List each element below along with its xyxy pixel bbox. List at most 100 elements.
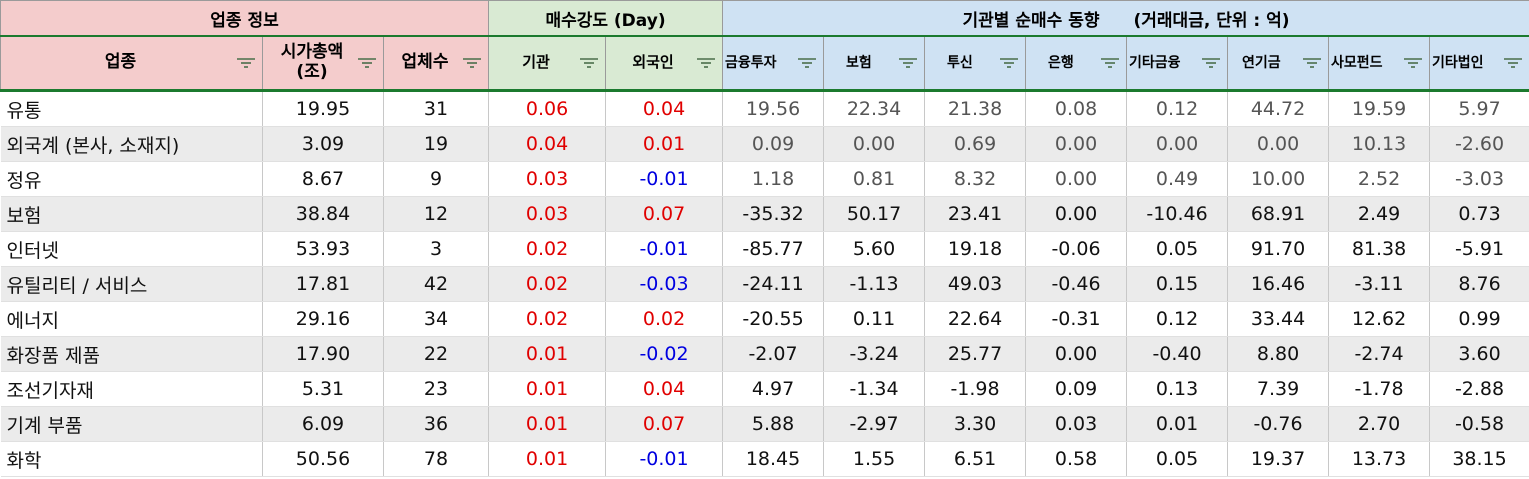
cell-insurance: 0.11: [823, 301, 926, 337]
cell-fin-invest: -85.77: [722, 231, 825, 267]
table-row[interactable]: 유통 19.95 31 0.06 0.04 19.56 22.34 21.38 0.08 0.12…: [0, 90, 1529, 127]
cell-pension: 8.80: [1227, 336, 1330, 372]
cell-other-corp: 0.99: [1429, 301, 1529, 337]
col-header-sector: 업종: [0, 35, 263, 92]
cell-trust: 21.38: [924, 90, 1027, 127]
filter-icon[interactable]: [1201, 56, 1221, 70]
table-row[interactable]: 화학 50.56 78 0.01 -0.01 18.45 1.55 6.51 0.58 0.05 1…: [0, 441, 1529, 477]
cell-other-corp: -5.91: [1429, 231, 1529, 267]
cell-institution: 0.02: [488, 266, 607, 302]
cell-pension: 33.44: [1227, 301, 1330, 337]
group-buy-strength: 매수강도 (Day): [488, 0, 724, 37]
cell-insurance: 1.55: [823, 441, 926, 477]
cell-private-fund: 12.62: [1328, 301, 1431, 337]
col-label-sector: 업종: [104, 52, 137, 73]
cell-foreign: -0.02: [605, 336, 724, 372]
cell-sector: 화학: [0, 441, 263, 477]
cell-companies: 42: [383, 266, 490, 302]
cell-insurance: 22.34: [823, 90, 926, 127]
table-row[interactable]: 조선기자재 5.31 23 0.01 0.04 4.97 -1.34 -1.98 0.09 0.1…: [0, 371, 1529, 407]
filter-icon[interactable]: [579, 56, 599, 70]
cell-bank: 0.09: [1025, 371, 1128, 407]
cell-pension: 19.37: [1227, 441, 1330, 477]
cell-fin-invest: 0.09: [722, 126, 825, 162]
cell-insurance: 0.00: [823, 126, 926, 162]
table-row[interactable]: 기계 부품 6.09 36 0.01 0.07 5.88 -2.97 3.30 0.03 0.01…: [0, 406, 1529, 442]
cell-foreign: 0.07: [605, 406, 724, 442]
col-header-fin-invest: 금융투자: [722, 35, 825, 92]
filter-icon[interactable]: [462, 56, 482, 70]
filter-icon[interactable]: [898, 56, 918, 70]
filter-icon[interactable]: [1302, 56, 1322, 70]
filter-icon[interactable]: [797, 56, 817, 70]
col-header-other-fin: 기타금융: [1126, 35, 1229, 92]
cell-other-corp: 38.15: [1429, 441, 1529, 477]
cell-bank: -0.31: [1025, 301, 1128, 337]
cell-other-corp: 8.76: [1429, 266, 1529, 302]
cell-bank: 0.00: [1025, 196, 1128, 232]
cell-private-fund: 10.13: [1328, 126, 1431, 162]
table-row[interactable]: 유틸리티 / 서비스 17.81 42 0.02 -0.03 -24.11 -1.13 49.…: [0, 266, 1529, 302]
table-row[interactable]: 보험 38.84 12 0.03 0.07 -35.32 50.17 23.41 0.00 -10…: [0, 196, 1529, 232]
table-row[interactable]: 외국계 (본사, 소재지) 3.09 19 0.04 0.01 0.09 0.00 0.69 0…: [0, 126, 1529, 162]
cell-other-fin: 0.12: [1126, 301, 1229, 337]
cell-insurance: 50.17: [823, 196, 926, 232]
cell-foreign: 0.02: [605, 301, 724, 337]
cell-foreign: -0.01: [605, 441, 724, 477]
cell-fin-invest: -20.55: [722, 301, 825, 337]
cell-insurance: -1.34: [823, 371, 926, 407]
cell-bank: 0.00: [1025, 336, 1128, 372]
col-header-pension: 연기금: [1227, 35, 1330, 92]
table-row[interactable]: 화장품 제품 17.90 22 0.01 -0.02 -2.07 -3.24 25.77 0.0…: [0, 336, 1529, 372]
cell-foreign: 0.04: [605, 90, 724, 127]
cell-other-fin: 0.05: [1126, 441, 1229, 477]
table-row[interactable]: 에너지 29.16 34 0.02 0.02 -20.55 0.11 22.64 -0.31 0.…: [0, 301, 1529, 337]
table-body: 유통 19.95 31 0.06 0.04 19.56 22.34 21.38 0.08 0.12…: [0, 90, 1529, 477]
filter-icon[interactable]: [999, 56, 1019, 70]
cell-mktcap: 38.84: [262, 196, 384, 232]
cell-sector: 보험: [0, 196, 263, 232]
cell-other-corp: -2.60: [1429, 126, 1529, 162]
cell-foreign: -0.01: [605, 161, 724, 197]
cell-bank: -0.46: [1025, 266, 1128, 302]
filter-icon[interactable]: [1503, 56, 1523, 70]
col-header-insurance: 보험: [823, 35, 926, 92]
cell-trust: 6.51: [924, 441, 1027, 477]
table-row[interactable]: 정유 8.67 9 0.03 -0.01 1.18 0.81 8.32 0.00 0.49 10.0…: [0, 161, 1529, 197]
cell-bank: 0.00: [1025, 126, 1128, 162]
cell-mktcap: 53.93: [262, 231, 384, 267]
filter-icon[interactable]: [1403, 56, 1423, 70]
col-header-bank: 은행: [1025, 35, 1128, 92]
cell-institution: 0.03: [488, 161, 607, 197]
cell-companies: 3: [383, 231, 490, 267]
cell-foreign: -0.03: [605, 266, 724, 302]
cell-private-fund: -2.74: [1328, 336, 1431, 372]
cell-companies: 34: [383, 301, 490, 337]
mktcap-line2: (조): [296, 62, 328, 82]
cell-private-fund: 2.70: [1328, 406, 1431, 442]
cell-fin-invest: 19.56: [722, 90, 825, 127]
cell-institution: 0.01: [488, 441, 607, 477]
filter-icon[interactable]: [696, 56, 716, 70]
cell-other-corp: -2.88: [1429, 371, 1529, 407]
cell-mktcap: 50.56: [262, 441, 384, 477]
col-header-mktcap: 시가총액 (조): [262, 35, 384, 92]
cell-trust: -1.98: [924, 371, 1027, 407]
filter-icon[interactable]: [236, 56, 256, 70]
mktcap-line1: 시가총액: [280, 42, 344, 63]
cell-private-fund: -1.78: [1328, 371, 1431, 407]
filter-icon[interactable]: [1100, 56, 1120, 70]
cell-private-fund: 19.59: [1328, 90, 1431, 127]
cell-other-corp: -3.03: [1429, 161, 1529, 197]
cell-institution: 0.01: [488, 406, 607, 442]
cell-private-fund: 2.49: [1328, 196, 1431, 232]
cell-other-corp: 0.73: [1429, 196, 1529, 232]
cell-other-fin: 0.13: [1126, 371, 1229, 407]
cell-companies: 19: [383, 126, 490, 162]
cell-trust: 23.41: [924, 196, 1027, 232]
group-header-row: 업종 정보 매수강도 (Day) 기관별 순매수 동향 (거래대금, 단위 : 억…: [0, 0, 1529, 37]
cell-foreign: 0.04: [605, 371, 724, 407]
table-row[interactable]: 인터넷 53.93 3 0.02 -0.01 -85.77 5.60 19.18 -0.06 0.…: [0, 231, 1529, 267]
cell-insurance: -1.13: [823, 266, 926, 302]
filter-icon[interactable]: [357, 56, 377, 70]
